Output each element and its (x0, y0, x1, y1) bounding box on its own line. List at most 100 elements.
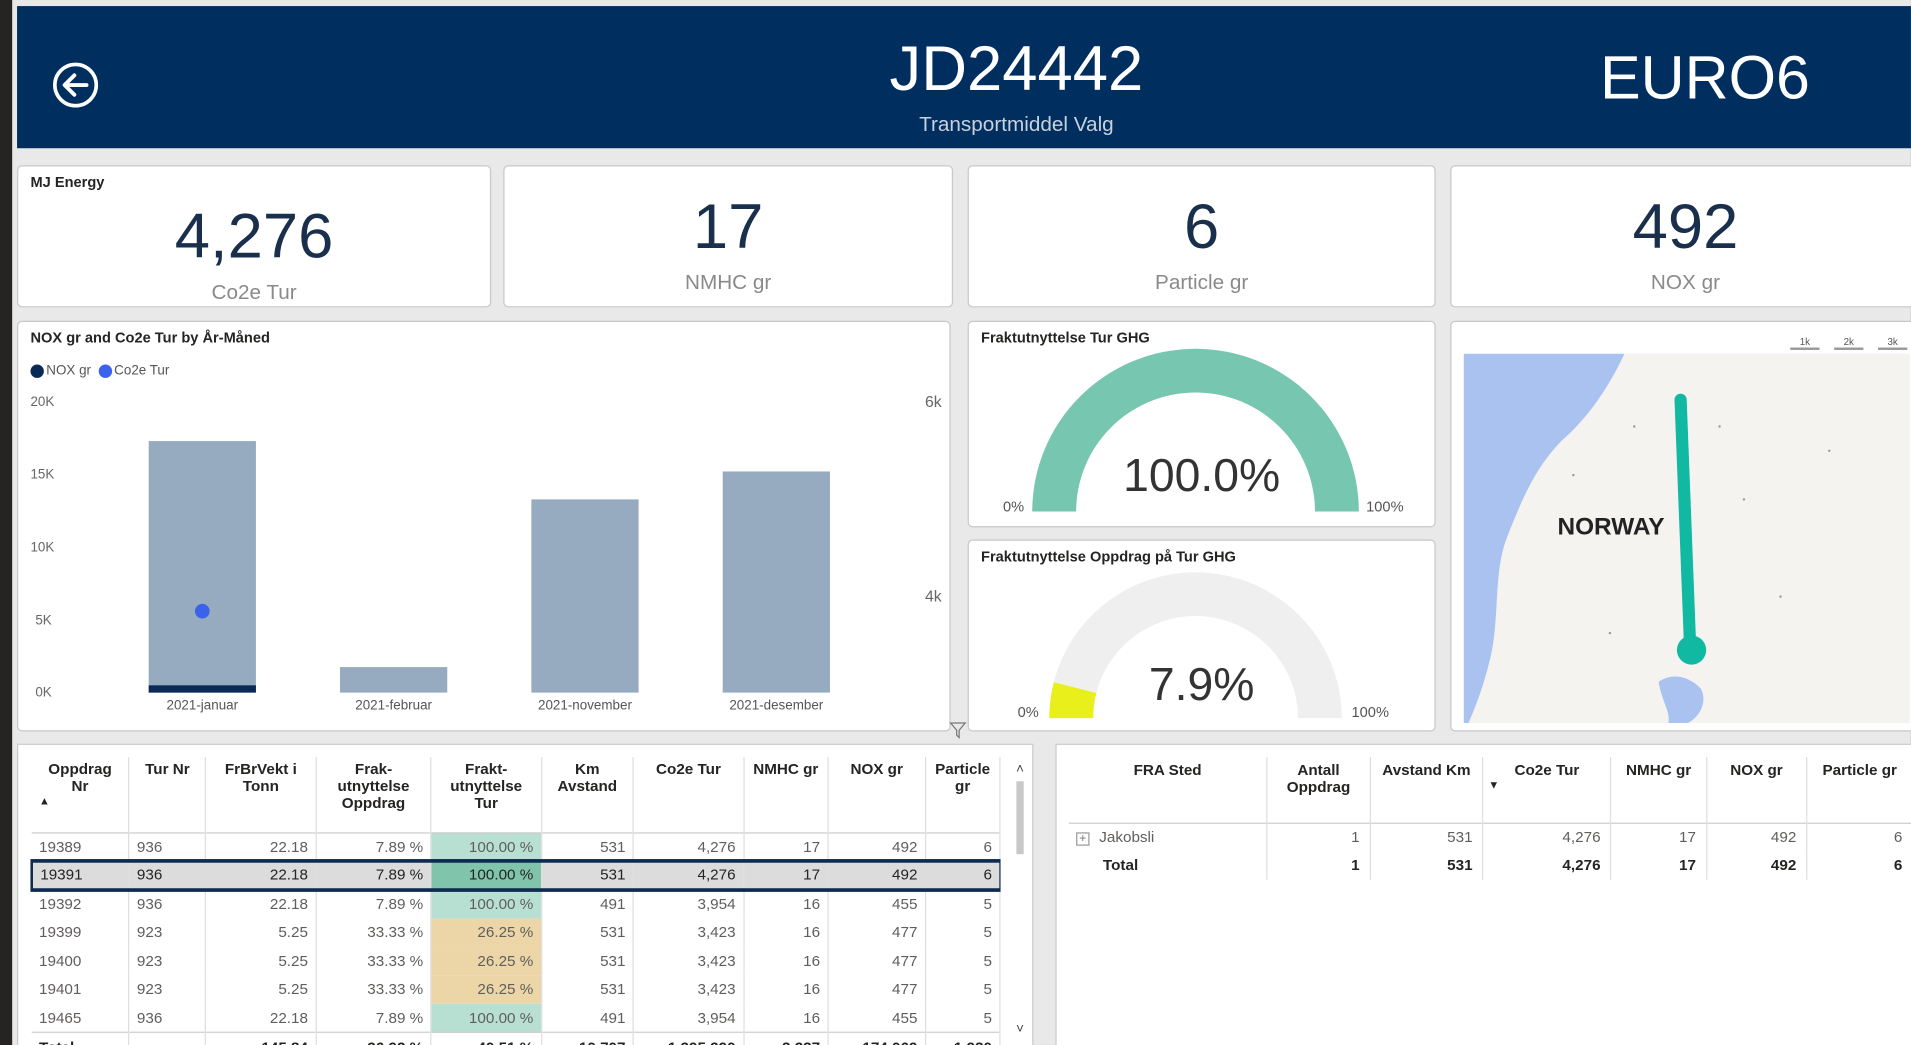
zoom-1k-button[interactable]: 1k (1790, 337, 1820, 350)
cell: 145.84 (205, 1032, 317, 1045)
table-row[interactable]: 19401 923 5.25 33.33 % 26.25 % 531 3,423… (31, 975, 1001, 1004)
back-arrow-icon[interactable] (51, 61, 100, 110)
col-nmhc-gr[interactable]: NMHC gr (743, 757, 829, 833)
table-row[interactable]: 19389 936 22.18 7.89 % 100.00 % 531 4,27… (31, 832, 1001, 861)
scrollbar-thumb[interactable] (1016, 781, 1024, 855)
col-nox-gr[interactable]: NOX gr (1706, 757, 1808, 823)
cell: 22.18 (205, 860, 317, 890)
cell: 531 (541, 975, 635, 1004)
table-row[interactable]: 19399 923 5.25 33.33 % 26.25 % 531 3,423… (31, 918, 1001, 947)
euro-class-label: EURO6 (1599, 43, 1810, 112)
cell: 936 (128, 1003, 207, 1033)
kpi-label: NOX gr (1650, 270, 1721, 295)
trip-table-visual[interactable]: Oppdrag Nr ▲ Tur Nr FrBrVekt i Tonn Frak-… (17, 722, 1034, 1045)
kpi-value: 6 (1184, 191, 1220, 263)
kpi-card-particle[interactable]: 6 Particle gr (967, 165, 1436, 308)
col-co2e-tur[interactable]: Co2e Tur (633, 757, 745, 833)
col-particle-gr[interactable]: Particle gr (925, 757, 1001, 833)
cell: 5.25 (205, 918, 317, 947)
header-subtitle: Transportmiddel Valg (919, 113, 1114, 137)
col-nox-gr[interactable]: NOX gr (828, 757, 926, 833)
gauge-card-tur[interactable]: Fraktutnyttelse Tur GHG 100.0% 0% 100% (967, 320, 1436, 528)
cell: 5 (925, 889, 1001, 919)
col-frbrvekt[interactable]: FrBrVekt i Tonn (205, 757, 317, 833)
cell: 19401 (31, 975, 130, 1004)
kpi-card-nox[interactable]: 492 NOX gr (1450, 165, 1911, 308)
col-km-avstand[interactable]: Km Avstand (541, 757, 635, 833)
kpi-label: Particle gr (1155, 270, 1249, 295)
kpi-value: 4,276 (174, 201, 334, 273)
nox-co2e-chart[interactable]: NOX gr and Co2e Tur by År-Måned NOX gr C… (17, 320, 952, 733)
scroll-up-arrow[interactable]: ˄ (1013, 762, 1028, 777)
location-table-visual[interactable]: FRA Sted Antall Oppdrag Avstand Km Co2e … (1055, 743, 1911, 1045)
bar-2021-januar[interactable] (148, 441, 256, 693)
cell: 19400 (31, 946, 130, 976)
cell: 26.25 % (431, 946, 542, 976)
route-map[interactable]: 1k 2k 3k NORWAY (1450, 320, 1911, 732)
cell: 3,423 (633, 918, 745, 947)
col-particle-gr[interactable]: Particle gr (1807, 757, 1911, 823)
col-avstand-km[interactable]: Avstand Km (1369, 757, 1484, 823)
gauge-card-oppdrag[interactable]: Fraktutnyttelse Oppdrag på Tur GHG 7.9% … (967, 539, 1436, 732)
cell: 936 (128, 889, 207, 919)
kpi-value: 492 (1632, 191, 1739, 263)
col-tur-nr[interactable]: Tur Nr (128, 757, 207, 833)
col-fra-sted[interactable]: FRA Sted (1068, 757, 1268, 823)
vertical-scrollbar[interactable]: ˄ ˅ (1013, 762, 1028, 1041)
bar-2021-desember[interactable] (722, 471, 830, 693)
cell: 455 (828, 889, 926, 919)
gauge-min: 0% (1002, 498, 1025, 516)
cell: 16 (743, 918, 829, 947)
expand-icon[interactable]: + (1076, 832, 1090, 846)
col-nmhc-gr[interactable]: NMHC gr (1610, 757, 1707, 823)
cell: Total (31, 1032, 130, 1045)
col-antall-oppdrag[interactable]: Antall Oppdrag (1267, 757, 1371, 823)
trip-table-scroll: Oppdrag Nr ▲ Tur Nr FrBrVekt i Tonn Frak-… (30, 757, 1001, 1045)
map-canvas[interactable]: NORWAY (1463, 353, 1910, 723)
table-row[interactable]: 19400 923 5.25 33.33 % 26.25 % 531 3,423… (31, 946, 1001, 976)
co2e-point[interactable] (194, 603, 210, 619)
nox-bar-2021-januar[interactable] (148, 685, 256, 693)
cell: 26.92 % (315, 1032, 432, 1045)
scroll-down-arrow[interactable]: ˅ (1013, 1022, 1028, 1037)
col-fraktutnyttelse-tur[interactable]: Frakt-utnyttelse Tur (431, 757, 542, 833)
bar-2021-februar[interactable] (340, 666, 448, 693)
bar-2021-november[interactable] (531, 498, 639, 693)
kpi-card-co2e[interactable]: MJ Energy 4,276 Co2e Tur (17, 165, 492, 308)
cell: 5.25 (205, 975, 317, 1004)
kpi-label: NMHC gr (685, 270, 772, 295)
cell: 4,276 (1482, 851, 1612, 880)
cell: 17 (743, 832, 829, 861)
cell: 26.25 % (431, 918, 542, 947)
zoom-2k-button[interactable]: 2k (1834, 337, 1864, 350)
cell: 923 (128, 975, 207, 1004)
table-row[interactable]: 19392 936 22.18 7.89 % 100.00 % 491 3,95… (31, 889, 1001, 919)
cell: 3,423 (633, 946, 745, 976)
col-frakutnyttelse-oppdrag[interactable]: Frak-utnyttelse Oppdrag (315, 757, 432, 833)
filter-icon[interactable] (949, 721, 967, 740)
col-co2e-tur[interactable]: Co2e Tur ▼ (1482, 757, 1612, 823)
cell: 10,707 (541, 1032, 635, 1045)
col-oppdrag-nr[interactable]: Oppdrag Nr ▲ (31, 757, 130, 833)
cell: 5.25 (205, 946, 317, 976)
kpi-card-nmhc[interactable]: 17 NMHC gr (503, 165, 954, 308)
chart-plot-area: 2021-januar 2021-februar 2021-november 2021… (18, 322, 952, 733)
cell: 492 (1706, 851, 1808, 880)
kpi-value: 17 (692, 191, 764, 263)
table-row[interactable]: 19465 936 22.18 7.89 % 100.00 % 491 3,95… (31, 1003, 1001, 1033)
x-tick-label: 2021-november (538, 698, 632, 714)
route-line (1674, 393, 1697, 659)
cell: 531 (541, 918, 635, 947)
table-row-selected[interactable]: 19391 936 22.18 7.89 % 100.00 % 531 4,27… (30, 858, 1001, 892)
table-total-row: Total 145.84 26.92 % 40.51 % 10,707 1,29… (31, 1032, 1001, 1045)
cell: 491 (541, 889, 635, 919)
zoom-3k-button[interactable]: 3k (1878, 337, 1908, 350)
table-row[interactable]: + Jakobsli 1 531 4,276 17 492 6 (1068, 822, 1911, 852)
cell: 923 (128, 946, 207, 976)
gauge-value: 100.0% (1123, 450, 1281, 502)
country-label: NORWAY (1557, 513, 1665, 541)
cell: 3,954 (633, 889, 745, 919)
cell: 3,954 (633, 1003, 745, 1033)
vehicle-id-title: JD24442 (889, 34, 1144, 105)
cell: 491 (541, 1003, 635, 1033)
